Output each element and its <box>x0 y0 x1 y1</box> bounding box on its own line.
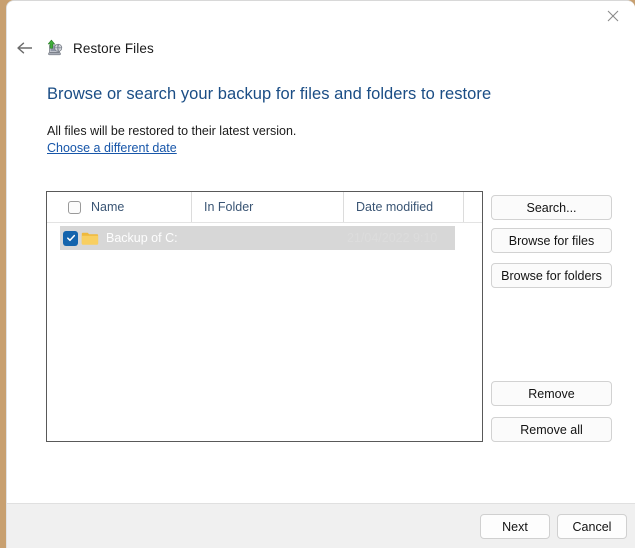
window-header: Restore Files <box>7 32 635 64</box>
folder-icon <box>81 231 99 246</box>
restore-items-list: Name In Folder Date modified Backup of C… <box>46 191 483 442</box>
restore-files-icon <box>45 38 65 58</box>
column-header-spacer <box>464 192 482 222</box>
restore-files-window: Restore Files Browse or search your back… <box>6 0 635 548</box>
close-icon[interactable] <box>590 1 635 31</box>
back-arrow-icon[interactable] <box>9 33 41 63</box>
row-name-label: Backup of C: <box>106 231 178 245</box>
page-subtitle: All files will be restored to their late… <box>47 124 297 138</box>
column-header-name[interactable]: Name <box>47 192 192 222</box>
select-all-checkbox[interactable] <box>68 200 81 214</box>
remove-button[interactable]: Remove <box>491 381 612 406</box>
window-titlebar <box>7 1 635 31</box>
column-header-date-modified[interactable]: Date modified <box>344 192 464 222</box>
choose-different-date-link[interactable]: Choose a different date <box>47 141 177 155</box>
search-button[interactable]: Search... <box>491 195 612 220</box>
dialog-footer: Next Cancel <box>7 503 635 548</box>
remove-all-button[interactable]: Remove all <box>491 417 612 442</box>
window-title: Restore Files <box>73 40 154 56</box>
page-title: Browse or search your backup for files a… <box>47 85 492 103</box>
row-checkbox-checked[interactable] <box>63 230 78 246</box>
next-button[interactable]: Next <box>480 514 550 539</box>
row-date-modified: 21/04/2022 9:10 <box>347 231 438 245</box>
cancel-button[interactable]: Cancel <box>557 514 627 539</box>
column-header-in-folder[interactable]: In Folder <box>192 192 344 222</box>
column-header-in-folder-label: In Folder <box>204 200 254 214</box>
browse-for-folders-button[interactable]: Browse for folders <box>491 263 612 288</box>
column-header-name-label: Name <box>91 200 125 214</box>
column-header-date-modified-label: Date modified <box>356 200 434 214</box>
browse-for-files-button[interactable]: Browse for files <box>491 228 612 253</box>
list-body: Backup of C: 21/04/2022 9:10 <box>47 223 482 441</box>
list-column-headers: Name In Folder Date modified <box>47 192 482 223</box>
table-row[interactable]: Backup of C: 21/04/2022 9:10 <box>60 226 455 250</box>
